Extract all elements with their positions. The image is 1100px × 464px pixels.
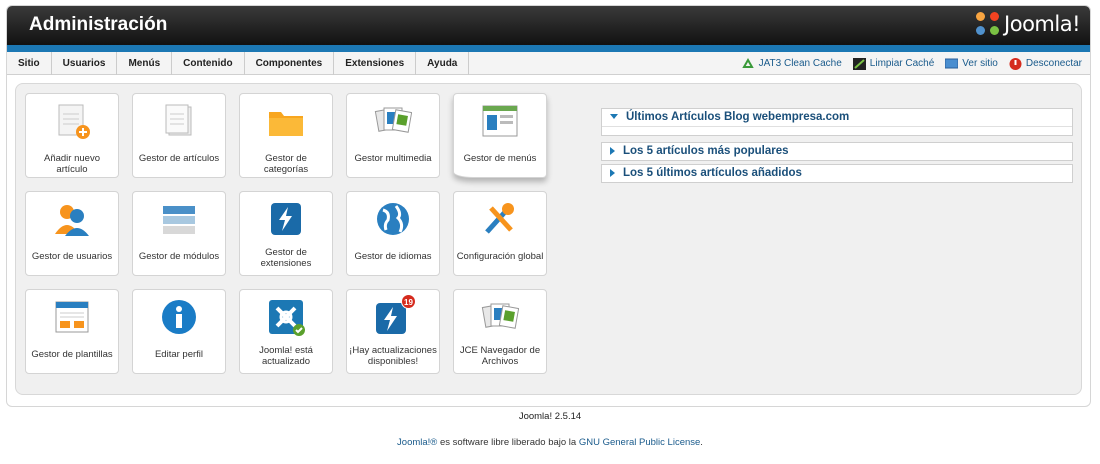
quick-icon-label: Gestor de usuarios (31, 251, 113, 262)
quick-icon-label: Gestor de idiomas (354, 251, 432, 262)
status-links: JAT3 Clean Cache Limpiar Caché Ver sitio… (731, 52, 1082, 75)
caret-right-icon (610, 146, 615, 155)
joomla-link[interactable]: Joomla!® (397, 437, 437, 448)
menu-item-0[interactable]: Sitio (7, 52, 52, 75)
quick-icon-label: Gestor multimedia (354, 153, 432, 164)
quick-icon-updates[interactable]: 19 ¡Hay actualizaciones disponibles! (346, 289, 440, 374)
admin-window: Administración Joomla! Sitio Usuarios Menú… (6, 5, 1091, 407)
modules-accordion: Últimos Artículos Blog webempresa.com Los… (601, 108, 1073, 186)
recycle-icon (741, 57, 754, 68)
logout-link[interactable]: Desconectar (1009, 57, 1082, 70)
joomla-logo: Joomla! (976, 12, 1080, 36)
accordion-panel: Los 5 artículos más populares (601, 142, 1073, 161)
quick-icon-jce-files[interactable]: JCE Navegador de Archivos (453, 289, 547, 374)
version-footer: Joomla! 2.5.14 (518, 411, 582, 422)
updates-icon: 19 (374, 294, 416, 336)
joomla-logo-text: Joomla! (1004, 12, 1080, 36)
quick-icon-config[interactable]: Configuración global (453, 191, 547, 276)
power-icon (1009, 57, 1022, 70)
page-title: Administración (29, 14, 168, 35)
monitor-icon (945, 58, 959, 68)
quick-icon-globe[interactable]: Gestor de idiomas (346, 191, 440, 276)
article-icon (160, 102, 198, 140)
accordion-title: Los 5 artículos más populares (623, 145, 789, 157)
accordion-header[interactable]: Los 5 artículos más populares (602, 143, 1072, 160)
updates-count-badge: 19 (401, 294, 416, 309)
extensions-icon (267, 200, 305, 238)
control-panel: Añadir nuevo artículo Gestor de artículos… (15, 83, 1082, 395)
menu-item-4[interactable]: Componentes (245, 52, 335, 75)
quick-icon-media[interactable]: Gestor multimedia (346, 93, 440, 178)
templates-icon (53, 298, 91, 336)
accordion-panel: Últimos Artículos Blog webempresa.com (601, 108, 1073, 136)
quick-icon-folder[interactable]: Gestor de categorías (239, 93, 333, 178)
menu-item-1[interactable]: Usuarios (52, 52, 118, 75)
accordion-title: Los 5 últimos artículos añadidos (623, 167, 802, 179)
quick-icon-label: Configuración global (456, 251, 544, 262)
quick-icon-label: Joomla! está actualizado (259, 345, 313, 367)
globe-icon (374, 200, 412, 238)
quick-icon-info[interactable]: Editar perfil (132, 289, 226, 374)
joomla-logo-icon (976, 12, 1000, 36)
header: Administración Joomla! (7, 6, 1090, 45)
quick-icon-menu[interactable]: Gestor de menús (453, 93, 547, 178)
quick-icon-article[interactable]: Gestor de artículos (132, 93, 226, 178)
jat3-clean-cache-link[interactable]: JAT3 Clean Cache (741, 57, 842, 70)
quick-icon-joomla-ok[interactable]: Joomla! está actualizado (239, 289, 333, 374)
quick-icon-label: ¡Hay actualizaciones disponibles! (349, 345, 437, 367)
gpl-link[interactable]: GNU General Public License (579, 437, 700, 448)
accordion-body (602, 126, 1072, 135)
menu-icon (481, 102, 519, 140)
folder-icon (267, 102, 305, 140)
joomla-ok-icon (267, 298, 305, 336)
config-icon (481, 200, 519, 238)
media-icon (374, 102, 413, 140)
quick-icon-modules[interactable]: Gestor de módulos (132, 191, 226, 276)
clear-cache-link[interactable]: Limpiar Caché (852, 57, 934, 70)
article-add-icon (53, 102, 91, 140)
accordion-panel: Los 5 últimos artículos añadidos (601, 164, 1073, 183)
menu-item-2[interactable]: Menús (117, 52, 173, 75)
quick-icon-label: Gestor de plantillas (31, 349, 113, 360)
quick-icon-label: Gestor de módulos (138, 251, 220, 262)
quick-icon-users[interactable]: Gestor de usuarios (25, 191, 119, 276)
license-footer: Joomla!® es software libre liberado bajo… (397, 437, 703, 448)
quick-icon-label: Gestor de categorías (263, 153, 309, 175)
menu-item-6[interactable]: Ayuda (416, 52, 470, 75)
jce-files-icon (481, 298, 520, 336)
info-icon (160, 298, 198, 336)
quick-icon-label: Editar perfil (154, 349, 204, 360)
quick-icon-label: Gestor de extensiones (260, 247, 312, 269)
menubar: Sitio Usuarios Menús Contenido Componentes Ex… (7, 52, 1090, 75)
accordion-title: Últimos Artículos Blog webempresa.com (626, 111, 850, 123)
users-icon (53, 200, 91, 238)
quick-icon-label: Añadir nuevo artículo (44, 153, 100, 175)
quick-icon-label: JCE Navegador de Archivos (459, 345, 541, 367)
accordion-header[interactable]: Los 5 últimos artículos añadidos (602, 165, 1072, 182)
menu-item-3[interactable]: Contenido (172, 52, 245, 75)
view-site-link[interactable]: Ver sitio (945, 58, 998, 70)
modules-icon (160, 200, 198, 238)
caret-down-icon (610, 114, 618, 120)
header-accent-bar (7, 45, 1090, 52)
quick-icon-templates[interactable]: Gestor de plantillas (25, 289, 119, 374)
caret-right-icon (610, 168, 615, 177)
quick-icon-extensions[interactable]: Gestor de extensiones (239, 191, 333, 276)
quick-icon-article-add[interactable]: Añadir nuevo artículo (25, 93, 119, 178)
quick-icon-label: Gestor de artículos (138, 153, 220, 164)
quick-icon-label: Gestor de menús (463, 153, 537, 164)
menu-item-5[interactable]: Extensiones (334, 52, 417, 75)
broom-icon (852, 57, 866, 70)
accordion-header[interactable]: Últimos Artículos Blog webempresa.com (602, 109, 1072, 126)
